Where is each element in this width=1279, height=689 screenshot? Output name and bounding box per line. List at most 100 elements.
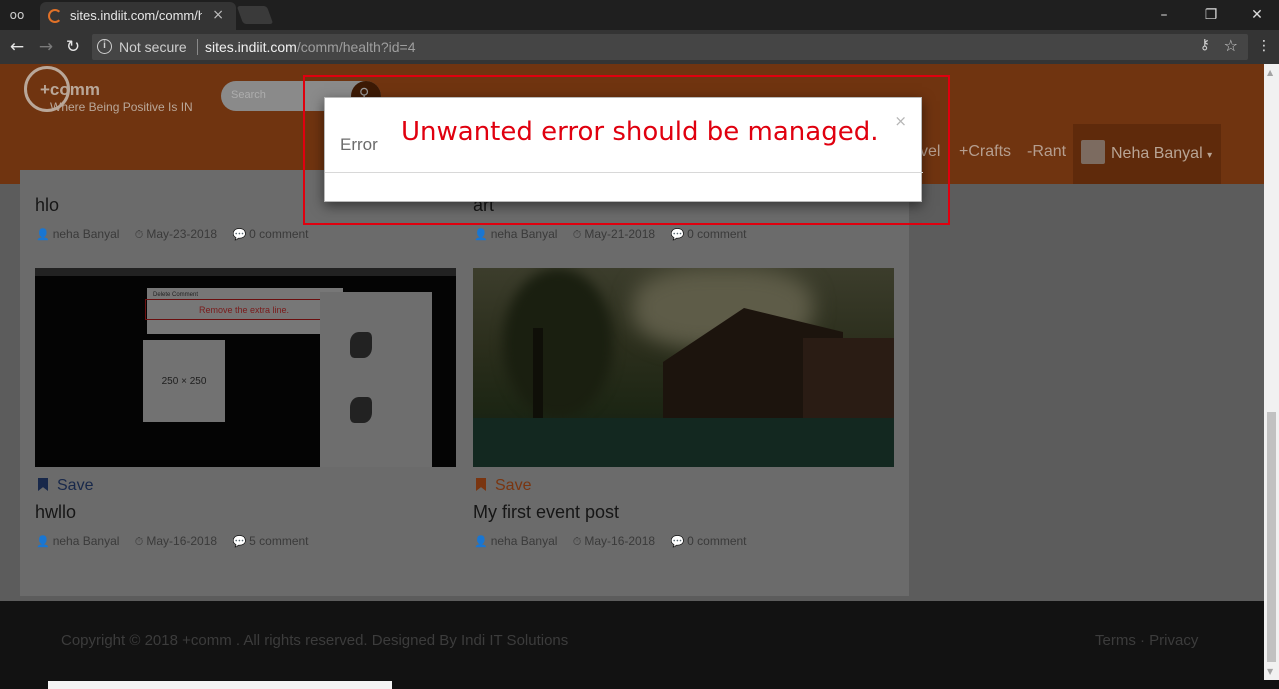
post-author: neha Banyal [52, 534, 120, 548]
painting-tree [503, 268, 613, 418]
clock-icon: ⏱ [572, 535, 582, 548]
user-menu[interactable]: Neha Banyal ▾ [1073, 124, 1221, 184]
comment-icon: 💬 [232, 535, 247, 548]
thumb-annotation-box: Remove the extra line. [145, 299, 341, 320]
thumb-browser-bar [35, 268, 456, 276]
post-meta: 👤 neha Banyal ⏱ May-23-2018 💬 0 comment [36, 227, 309, 242]
os-taskbar [0, 680, 1279, 689]
url-path: /comm/health?id=4 [296, 39, 416, 55]
comment-icon: 💬 [232, 228, 247, 241]
browser-toolbar: ← → ↻ i Not secure sites.indiit.com/comm… [0, 30, 1279, 64]
user-icon: 👤 [474, 228, 488, 241]
post-date: May-16-2018 [584, 534, 656, 548]
info-icon[interactable]: i [97, 39, 112, 54]
scroll-down-icon[interactable]: ▼ [1267, 667, 1273, 676]
key-icon[interactable]: ⚷ [1200, 37, 1210, 53]
modal-close-icon[interactable]: × [894, 112, 907, 130]
search-input[interactable]: Search [231, 89, 266, 101]
modal-divider [325, 172, 923, 173]
tab-close-icon[interactable]: × [212, 7, 224, 23]
post-meta: 👤 neha Banyal ⏱ May-21-2018 💬 0 comment [474, 227, 747, 242]
bookmark-icon [476, 478, 486, 491]
site-logo[interactable]: +comm Where Being Positive Is IN [24, 66, 214, 118]
user-name: Neha Banyal ▾ [1111, 145, 1212, 163]
thumb-modal-title: Delete Comment [153, 292, 199, 298]
post-date: May-16-2018 [146, 534, 218, 548]
post-meta: 👤 neha Banyal ⏱ May-16-2018 💬 0 comment [474, 534, 747, 549]
save-label: Save [57, 477, 94, 494]
comment-icon: 💬 [670, 535, 685, 548]
save-button[interactable]: Save [476, 477, 531, 495]
comment-icon: 💬 [670, 228, 685, 241]
post-comments[interactable]: 0 comment [687, 227, 746, 241]
post-comments[interactable]: 0 comment [249, 227, 308, 241]
restore-icon[interactable]: ❐ [1197, 4, 1225, 26]
post-comments[interactable]: 5 comment [249, 534, 308, 548]
annotation-text: Unwanted error should be managed. [401, 117, 879, 147]
minimize-icon[interactable]: – [1150, 4, 1178, 26]
thumb-ad-placeholder: 250 × 250 [143, 340, 225, 422]
incognito-icon: oo [9, 8, 25, 22]
thumb-figure-image [350, 332, 372, 358]
error-modal: Error × Unwanted error should be managed… [324, 97, 923, 202]
post-image-painting[interactable] [473, 268, 894, 467]
thumb-comments-panel [320, 292, 432, 467]
page-scrollbar[interactable]: ▲ ▼ [1264, 64, 1279, 680]
logo-tagline: Where Being Positive Is IN [50, 100, 193, 114]
nav-crafts[interactable]: +Crafts [959, 143, 1011, 161]
address-bar[interactable]: i Not secure sites.indiit.com/comm/healt… [92, 34, 1248, 60]
site-favicon-icon [48, 9, 62, 23]
window-close-icon[interactable]: ✕ [1243, 4, 1271, 26]
post-author: neha Banyal [52, 227, 120, 241]
post-image-screenshot[interactable]: Delete Comment Remove the extra line. 25… [35, 268, 456, 467]
avatar [1081, 140, 1105, 164]
url-text[interactable]: sites.indiit.com/comm/health?id=4 [205, 39, 416, 55]
back-icon[interactable]: ← [6, 36, 28, 58]
post-title[interactable]: hlo [35, 195, 59, 216]
scroll-thumb[interactable] [1267, 412, 1276, 662]
browser-tab[interactable]: sites.indiit.com/comm/he × [40, 2, 236, 30]
forward-icon[interactable]: → [35, 36, 57, 58]
browser-menu-icon[interactable]: ⋮ [1257, 38, 1271, 54]
save-button[interactable]: Save [38, 477, 93, 495]
reload-icon[interactable]: ↻ [62, 36, 84, 58]
user-icon: 👤 [36, 228, 50, 241]
logo-text: +comm [40, 80, 100, 99]
post-date: May-23-2018 [146, 227, 218, 241]
url-host: sites.indiit.com [205, 39, 297, 55]
post-author: neha Banyal [490, 227, 558, 241]
scroll-up-icon[interactable]: ▲ [1267, 68, 1273, 77]
user-icon: 👤 [474, 535, 488, 548]
taskbar-search[interactable] [48, 681, 392, 689]
user-icon: 👤 [36, 535, 50, 548]
bookmark-star-icon[interactable]: ☆ [1224, 36, 1238, 55]
painting-grass [473, 418, 894, 467]
post-meta: 👤 neha Banyal ⏱ May-16-2018 💬 5 comment [36, 534, 309, 549]
bookmark-icon [38, 478, 48, 491]
caret-down-icon: ▾ [1207, 150, 1213, 161]
footer-links[interactable]: Terms · Privacy [1095, 632, 1198, 649]
site-footer: Copyright © 2018 +comm . All rights rese… [0, 601, 1264, 680]
save-label: Save [495, 477, 532, 494]
new-tab-button[interactable] [236, 6, 274, 24]
post-title[interactable]: My first event post [473, 502, 619, 523]
clock-icon: ⏱ [572, 228, 582, 241]
tab-title: sites.indiit.com/comm/he [70, 8, 202, 23]
painting-shed [803, 338, 894, 428]
thumb-modal: Delete Comment Remove the extra line. [145, 288, 343, 334]
user-name-text: Neha Banyal [1111, 145, 1203, 162]
modal-title: Error [340, 135, 378, 154]
clock-icon: ⏱ [134, 228, 144, 241]
post-title[interactable]: hwllo [35, 502, 76, 523]
thumb-annotation-text: Remove the extra line. [198, 305, 290, 315]
thumb-figure-image [350, 397, 372, 423]
nav-rant[interactable]: -Rant [1027, 143, 1066, 161]
post-date: May-21-2018 [584, 227, 656, 241]
post-comments[interactable]: 0 comment [687, 534, 746, 548]
security-status[interactable]: Not secure [119, 39, 187, 55]
thumb-ad-label: 250 × 250 [161, 376, 207, 387]
url-separator [197, 39, 198, 55]
copyright-text: Copyright © 2018 +comm . All rights rese… [61, 632, 569, 649]
post-author: neha Banyal [490, 534, 558, 548]
browser-tab-bar: oo sites.indiit.com/comm/he × – ❐ ✕ [0, 0, 1279, 30]
